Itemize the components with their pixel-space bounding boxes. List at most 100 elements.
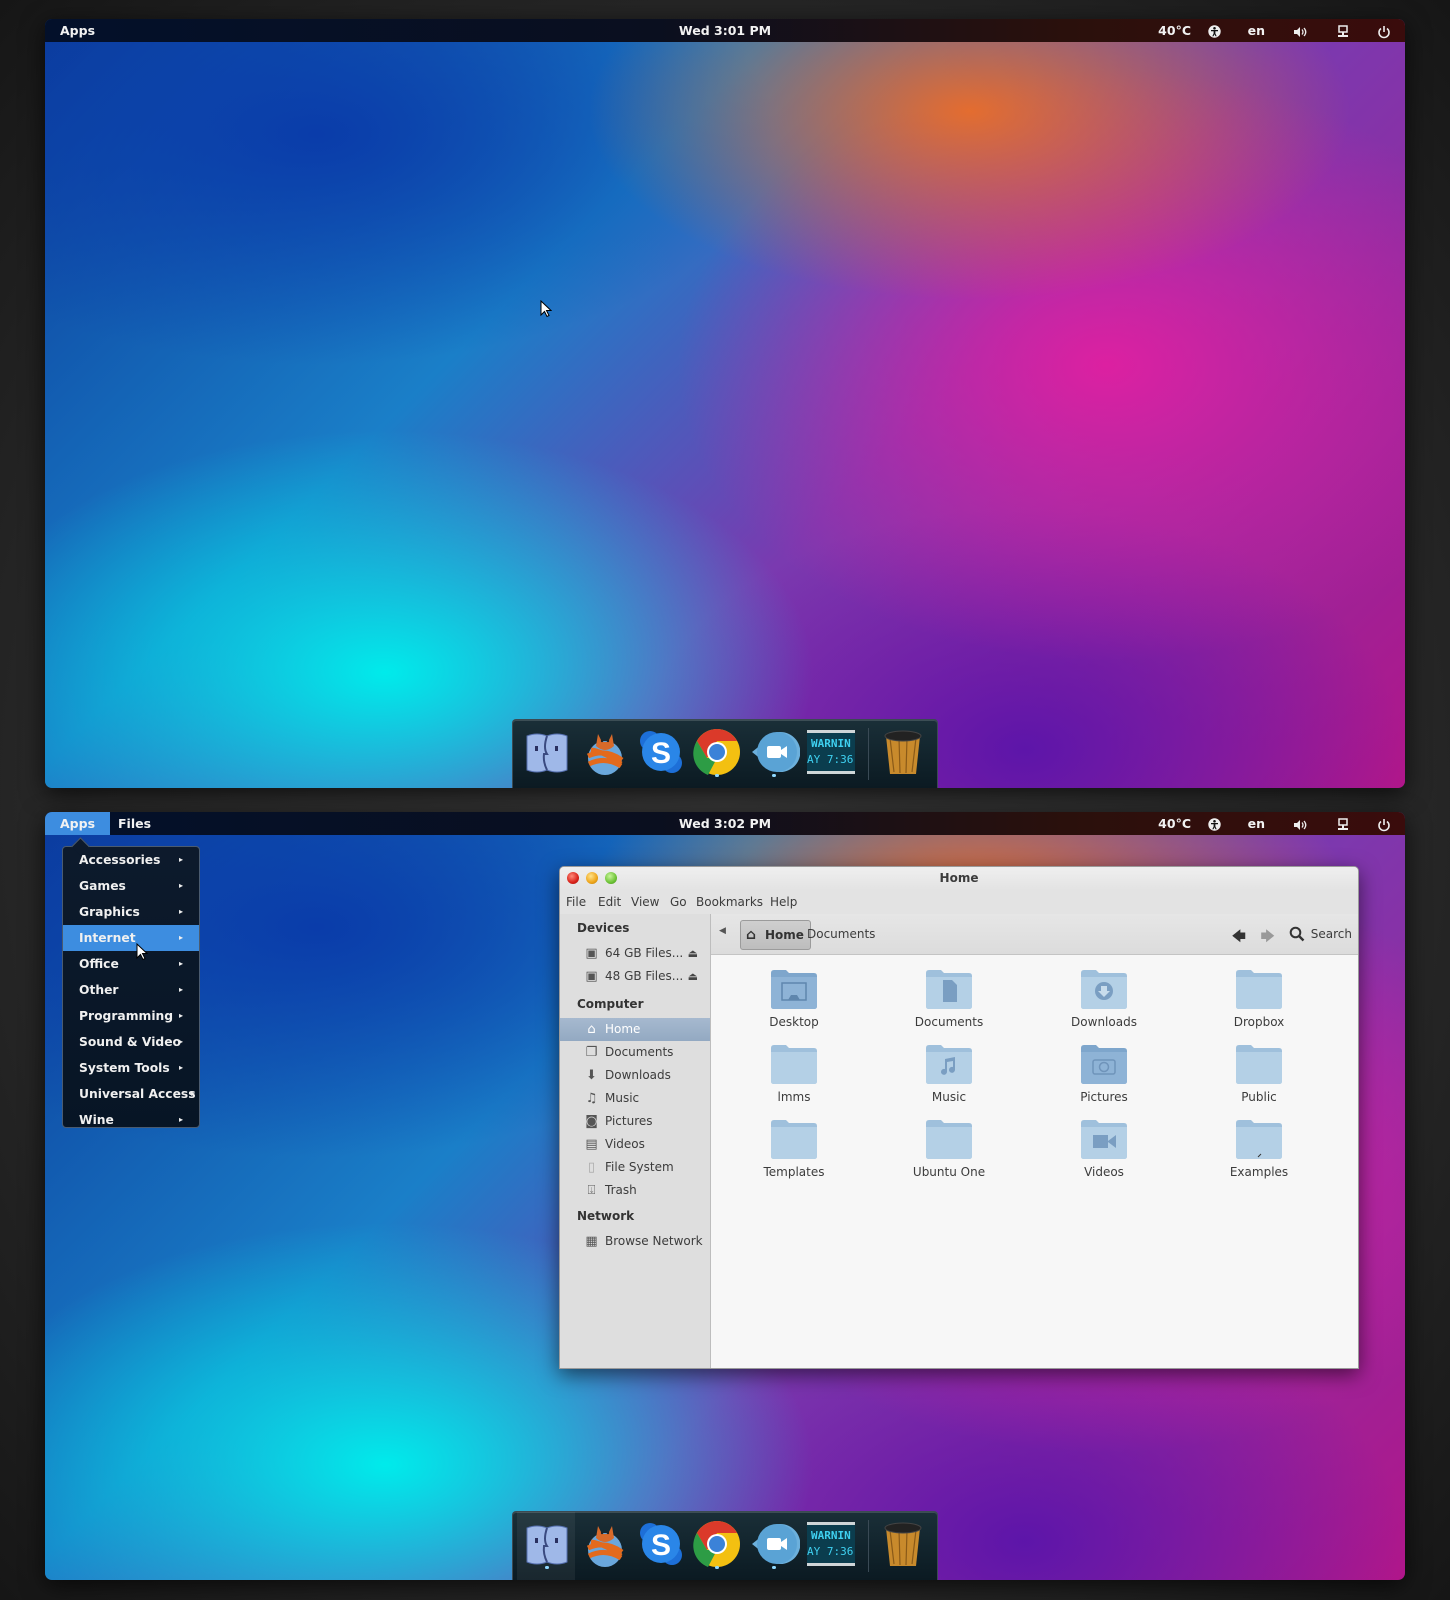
dock-video-chat[interactable] xyxy=(748,726,801,778)
folder-icon xyxy=(771,1045,817,1084)
clock[interactable]: Wed 3:02 PM xyxy=(645,812,805,835)
back-button[interactable]: 🡄 xyxy=(1232,926,1246,950)
sidebar-item-browse-network[interactable]: ▦ Browse Network xyxy=(560,1230,710,1253)
menu-item-sound-video[interactable]: Sound & Video ▸ xyxy=(63,1029,199,1055)
sidebar-item-drive-48gb[interactable]: ▣ 48 GB Files... ⏏ xyxy=(560,965,710,988)
folder-desktop[interactable]: Desktop xyxy=(739,967,849,1029)
menu-item-system-tools[interactable]: System Tools ▸ xyxy=(63,1055,199,1081)
folder-label: Documents xyxy=(914,1015,984,1029)
dock-skype[interactable]: S xyxy=(635,1518,687,1570)
network-icon[interactable] xyxy=(1337,812,1349,835)
sidebar-item-drive-64gb[interactable]: ▣ 64 GB Files... ⏏ xyxy=(560,942,710,965)
accessibility-icon[interactable] xyxy=(1208,19,1221,42)
top-panel: Apps Wed 3:01 PM 40°C en xyxy=(45,19,1405,42)
menu-item-games[interactable]: Games ▸ xyxy=(63,873,199,899)
menu-item-wine[interactable]: Wine ▸ xyxy=(63,1107,199,1133)
menu-item-internet[interactable]: Internet ▸ xyxy=(63,925,199,951)
menu-item-accessories[interactable]: Accessories ▸ xyxy=(63,847,199,873)
sidebar-item-documents[interactable]: ❐ Documents xyxy=(560,1041,710,1064)
sidebar-item-file-system[interactable]: ▯ File System xyxy=(560,1156,710,1179)
dock-chrome[interactable] xyxy=(691,1518,743,1570)
power-icon[interactable] xyxy=(1377,19,1391,42)
dock-firefox[interactable] xyxy=(579,726,631,778)
folder-label: Examples xyxy=(1229,1165,1289,1179)
folder-templates[interactable]: Templates xyxy=(739,1117,849,1179)
console-line-2: AY 7:36 xyxy=(807,753,854,766)
dock-firefox[interactable] xyxy=(579,1518,631,1570)
sidebar-item-label: File System xyxy=(605,1160,674,1174)
submenu-arrow-icon: ▸ xyxy=(178,985,183,994)
sidebar-item-trash[interactable]: ⍗ Trash xyxy=(560,1179,710,1202)
volume-icon[interactable] xyxy=(1293,812,1307,835)
menu-go[interactable]: Go xyxy=(670,890,687,914)
dock-console[interactable]: WARNIN AY 7:36 xyxy=(805,726,857,778)
video-chat-icon xyxy=(752,1524,801,1564)
console-icon xyxy=(807,1522,855,1566)
menu-help[interactable]: Help xyxy=(770,890,797,914)
menu-item-universal-access[interactable]: Universal Access ▸ xyxy=(63,1081,199,1107)
dock-console[interactable]: WARNIN AY 7:36 xyxy=(805,1518,857,1570)
temperature-indicator[interactable]: 40°C xyxy=(1158,812,1191,835)
menu-item-other[interactable]: Other ▸ xyxy=(63,977,199,1003)
folder-downloads[interactable]: Downloads xyxy=(1049,967,1159,1029)
keyboard-language-indicator[interactable]: en xyxy=(1248,19,1265,42)
window-titlebar[interactable]: Home xyxy=(560,867,1358,890)
menu-item-label: Graphics xyxy=(79,905,140,919)
sidebar-item-label: Documents xyxy=(605,1045,674,1059)
folder-documents[interactable]: Documents xyxy=(894,967,1004,1029)
keyboard-language-indicator[interactable]: en xyxy=(1248,812,1265,835)
menu-edit[interactable]: Edit xyxy=(598,890,621,914)
accessibility-icon[interactable] xyxy=(1208,812,1221,835)
dock-finder[interactable] xyxy=(521,1518,573,1570)
clock[interactable]: Wed 3:01 PM xyxy=(645,19,805,42)
menu-item-office[interactable]: Office ▸ xyxy=(63,951,199,977)
sidebar-item-home[interactable]: ⌂ Home xyxy=(560,1018,710,1041)
folder-examples[interactable]: Examples xyxy=(1204,1117,1314,1179)
dock-skype[interactable]: S xyxy=(635,726,687,778)
temperature-indicator[interactable]: 40°C xyxy=(1158,19,1191,42)
search-icon xyxy=(1289,926,1305,942)
folder-icon xyxy=(1236,1045,1282,1084)
breadcrumb-documents[interactable]: Documents xyxy=(807,914,875,954)
apps-menu-button[interactable]: Apps xyxy=(45,19,110,42)
eject-icon[interactable]: ⏏ xyxy=(688,965,698,988)
sidebar-item-downloads[interactable]: ⬇ Downloads xyxy=(560,1064,710,1087)
files-app-menu[interactable]: Files xyxy=(103,812,166,835)
folder-public[interactable]: Public xyxy=(1204,1042,1314,1104)
folder-videos[interactable]: Videos xyxy=(1049,1117,1159,1179)
sidebar-item-pictures[interactable]: ◙ Pictures xyxy=(560,1110,710,1133)
breadcrumb-home[interactable]: ⌂ Home xyxy=(740,920,811,950)
menu-file[interactable]: File xyxy=(566,890,586,914)
trash-icon: ⍗ xyxy=(587,1183,596,1198)
dock-finder[interactable] xyxy=(521,726,573,778)
folder-dropbox[interactable]: Dropbox xyxy=(1204,967,1314,1029)
sidebar-item-music[interactable]: ♫ Music xyxy=(560,1087,710,1110)
network-icon[interactable] xyxy=(1337,19,1349,42)
dock-trash[interactable] xyxy=(877,726,929,778)
drive-icon: ▣ xyxy=(585,969,598,984)
apps-menu-button[interactable]: Apps xyxy=(45,812,111,835)
folder-music[interactable]: Music xyxy=(894,1042,1004,1104)
volume-icon[interactable] xyxy=(1293,19,1307,42)
dock-trash[interactable] xyxy=(877,1518,929,1570)
path-scroll-left-button[interactable]: ◀ xyxy=(719,926,726,936)
menu-bookmarks[interactable]: Bookmarks xyxy=(696,890,763,914)
downloads-icon: ⬇ xyxy=(586,1068,597,1083)
folder-pictures[interactable]: Pictures xyxy=(1049,1042,1159,1104)
power-icon[interactable] xyxy=(1377,812,1391,835)
menu-item-programming[interactable]: Programming ▸ xyxy=(63,1003,199,1029)
sidebar-heading-network: Network xyxy=(577,1209,635,1223)
menu-view[interactable]: View xyxy=(631,890,659,914)
dock-chrome[interactable] xyxy=(691,726,743,778)
search-button[interactable]: Search xyxy=(1289,914,1352,954)
folder-ubuntu-one[interactable]: Ubuntu One xyxy=(894,1117,1004,1179)
dock-video-chat[interactable] xyxy=(748,1518,801,1570)
folder-lmms[interactable]: lmms xyxy=(739,1042,849,1104)
sidebar-item-label: Home xyxy=(605,1022,641,1036)
sidebar-item-videos[interactable]: ▤ Videos xyxy=(560,1133,710,1156)
forward-button[interactable]: 🡆 xyxy=(1261,926,1275,950)
eject-icon[interactable]: ⏏ xyxy=(688,942,698,965)
menu-item-graphics[interactable]: Graphics ▸ xyxy=(63,899,199,925)
menu-item-label: Other xyxy=(79,983,119,997)
mouse-pointer-icon xyxy=(136,943,148,961)
